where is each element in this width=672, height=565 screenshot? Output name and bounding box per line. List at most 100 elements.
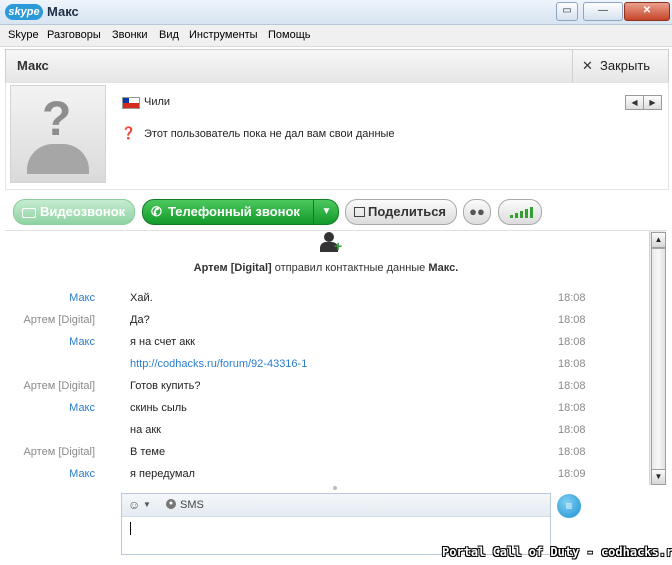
chat-message: Макс я передумал 18:09 bbox=[5, 464, 647, 485]
profile-panel: ? Чили ❓ Этот пользователь пока не дал в… bbox=[5, 82, 669, 190]
message-sender[interactable]: Макс bbox=[69, 402, 95, 414]
signal-bar bbox=[515, 213, 518, 218]
chat-message: Артем [Digital] Да? 18:08 bbox=[5, 310, 647, 332]
emoticon-dropdown-icon[interactable]: ▼ bbox=[143, 500, 151, 509]
message-text: Да? bbox=[130, 314, 150, 326]
prev-arrow-icon[interactable]: ◀ bbox=[625, 95, 644, 110]
message-sender[interactable]: Артем [Digital] bbox=[23, 380, 95, 392]
scrollbar-thumb[interactable] bbox=[651, 248, 666, 470]
message-time: 18:08 bbox=[558, 336, 586, 348]
share-icon bbox=[354, 207, 365, 217]
chat-message: http://codhacks.ru/forum/92-43316-1 18:0… bbox=[5, 354, 647, 376]
contact-header: Макс ✕ Закрыть bbox=[5, 49, 669, 83]
system-sender: Артем [Digital] bbox=[193, 262, 272, 274]
signal-bar bbox=[530, 207, 533, 218]
contact-card-icon: + bbox=[318, 231, 344, 253]
share-button[interactable]: Поделиться bbox=[345, 199, 457, 225]
send-bubble-icon: ≡ bbox=[565, 499, 573, 513]
message-time: 18:08 bbox=[558, 292, 586, 304]
signal-bar bbox=[520, 211, 523, 218]
sms-icon[interactable]: ● bbox=[166, 499, 176, 509]
close-window-icon[interactable]: ✕ bbox=[624, 2, 670, 21]
menu-tools[interactable]: Инструменты bbox=[189, 29, 258, 41]
emoticon-icon[interactable]: ☺ bbox=[128, 498, 140, 512]
menu-help[interactable]: Помощь bbox=[268, 29, 311, 41]
skype-logo: skype bbox=[5, 4, 43, 20]
phone-call-dropdown[interactable]: ▼ bbox=[313, 200, 339, 224]
title-bar: skype Макс ▭ — ✕ bbox=[0, 0, 672, 25]
resize-handle[interactable] bbox=[333, 486, 337, 490]
compose-toolbar: ☺ ▼ ● SMS bbox=[122, 494, 550, 517]
system-text: отправил контактные данные bbox=[274, 262, 426, 274]
message-text: Хай. bbox=[130, 292, 153, 304]
message-sender[interactable]: Макс bbox=[69, 336, 95, 348]
contact-country: Чили bbox=[144, 96, 171, 108]
video-call-button[interactable]: Видеозвонок bbox=[13, 199, 135, 225]
menu-calls[interactable]: Звонки bbox=[112, 29, 148, 41]
video-camera-icon bbox=[22, 208, 36, 218]
add-people-button[interactable]: ●● bbox=[463, 199, 491, 225]
message-sender[interactable]: Макс bbox=[69, 468, 95, 480]
menu-conversations[interactable]: Разговоры bbox=[47, 29, 101, 41]
message-text: я на счет акк bbox=[130, 336, 195, 348]
share-label: Поделиться bbox=[368, 204, 447, 219]
window-title: Макс bbox=[47, 4, 79, 19]
phone-call-label: Телефонный звонок bbox=[168, 204, 300, 219]
avatar: ? bbox=[10, 85, 106, 183]
info-bubble-icon: ❓ bbox=[121, 126, 136, 140]
chat-message: Макс я на счет акк 18:08 bbox=[5, 332, 647, 354]
system-message: Артем [Digital] отправил контактные данн… bbox=[5, 262, 647, 274]
chat-scrollbar[interactable]: ▲ ▼ bbox=[649, 231, 666, 485]
message-text: Готов купить? bbox=[130, 380, 201, 392]
restore-icon[interactable]: ▭ bbox=[556, 2, 578, 21]
menu-skype[interactable]: Skype bbox=[8, 29, 39, 41]
signal-bar bbox=[510, 215, 513, 218]
menu-view[interactable]: Вид bbox=[159, 29, 179, 41]
watermark: Portal Call of Duty - codhacks.ru bbox=[442, 545, 672, 559]
message-text: В теме bbox=[130, 446, 166, 458]
contact-name: Макс bbox=[17, 58, 49, 73]
message-sender[interactable]: Артем [Digital] bbox=[23, 446, 95, 458]
message-time: 18:08 bbox=[558, 424, 586, 436]
minimize-icon[interactable]: — bbox=[583, 2, 623, 21]
chat-message: Макс Хай. 18:08 bbox=[5, 288, 647, 310]
people-icon: ●● bbox=[469, 204, 485, 219]
chat-message: Макс скинь сыль 18:08 bbox=[5, 398, 647, 420]
call-quality-button[interactable] bbox=[498, 199, 542, 225]
question-mark-icon: ? bbox=[42, 93, 72, 146]
chat-message: на акк 18:08 bbox=[5, 420, 647, 442]
menu-bar: Skype Разговоры Звонки Вид Инструменты П… bbox=[0, 25, 672, 47]
message-text: я передумал bbox=[130, 468, 195, 480]
chat-message: Артем [Digital] Готов купить? 18:08 bbox=[5, 376, 647, 398]
system-target: Макс. bbox=[428, 262, 459, 274]
message-sender[interactable]: Макс bbox=[69, 292, 95, 304]
message-text: скинь сыль bbox=[130, 402, 187, 414]
profile-info-text: Этот пользователь пока не дал вам свои д… bbox=[144, 128, 395, 140]
send-message-button[interactable]: ≡ bbox=[557, 494, 581, 518]
message-time: 18:08 bbox=[558, 446, 586, 458]
message-sender[interactable]: Артем [Digital] bbox=[23, 314, 95, 326]
message-time: 18:08 bbox=[558, 314, 586, 326]
next-arrow-icon[interactable]: ▶ bbox=[643, 95, 662, 110]
message-time: 18:08 bbox=[558, 358, 586, 370]
message-link[interactable]: http://codhacks.ru/forum/92-43316-1 bbox=[130, 358, 307, 370]
chile-flag-icon bbox=[122, 97, 140, 109]
close-conversation-button[interactable]: ✕ Закрыть bbox=[572, 50, 668, 82]
chat-history[interactable]: + Артем [Digital] отправил контактные да… bbox=[5, 230, 667, 485]
avatar-silhouette bbox=[27, 144, 89, 174]
close-label: Закрыть bbox=[600, 58, 651, 73]
message-time: 18:08 bbox=[558, 380, 586, 392]
signal-bar bbox=[525, 209, 528, 218]
close-icon: ✕ bbox=[582, 58, 593, 73]
message-text: на акк bbox=[130, 424, 161, 436]
phone-call-button[interactable]: ✆ Телефонный звонок ▼ bbox=[142, 199, 339, 225]
video-call-label: Видеозвонок bbox=[40, 204, 126, 219]
scroll-up-icon[interactable]: ▲ bbox=[651, 232, 666, 248]
call-toolbar: Видеозвонок ✆ Телефонный звонок ▼ Подели… bbox=[5, 193, 667, 229]
scroll-down-icon[interactable]: ▼ bbox=[651, 469, 666, 485]
sms-label[interactable]: SMS bbox=[180, 499, 204, 511]
chat-message: Артем [Digital] В теме 18:08 bbox=[5, 442, 647, 464]
text-caret bbox=[130, 522, 131, 535]
message-time: 18:09 bbox=[558, 468, 586, 480]
phone-icon: ✆ bbox=[151, 204, 162, 219]
